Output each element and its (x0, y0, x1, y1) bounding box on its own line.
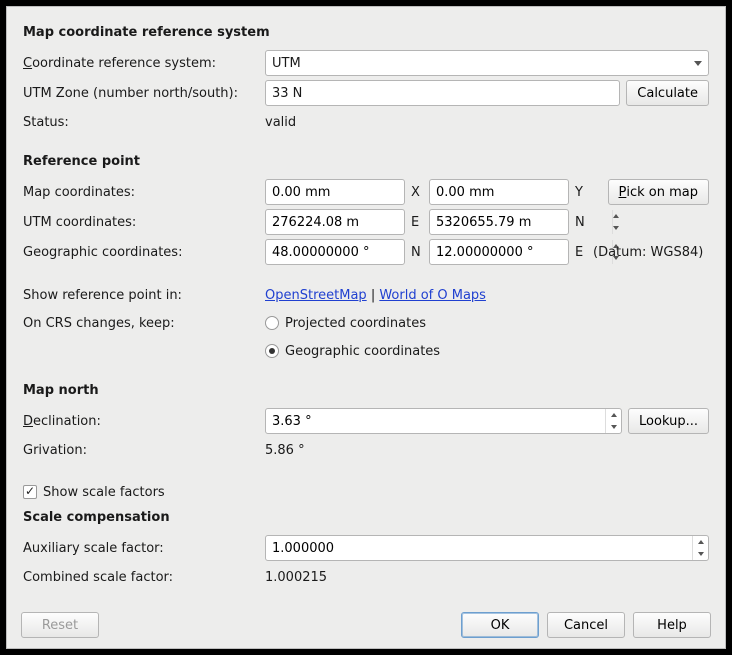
combined-scale-value: 1.000215 (265, 570, 327, 585)
calculate-button[interactable]: Calculate (626, 80, 709, 106)
reset-button[interactable]: Reset (21, 612, 99, 638)
dialog-window: Map coordinate reference system Coordina… (6, 6, 726, 649)
mapcoord-label: Map coordinates: (23, 185, 265, 200)
declination-input[interactable] (265, 408, 622, 434)
refpoint-heading: Reference point (23, 150, 709, 177)
x-suffix: X (411, 185, 423, 200)
lookup-button[interactable]: Lookup... (628, 408, 709, 434)
spinner-arrows[interactable] (692, 536, 708, 560)
combined-scale-label: Combined scale factor: (23, 570, 265, 585)
spinner-arrows[interactable] (612, 210, 619, 234)
crs-select-value: UTM (272, 56, 301, 71)
mapcoord-y-input[interactable] (429, 179, 569, 205)
utm-zone-label: UTM Zone (number north/south): (23, 86, 265, 101)
datum-text: (Datum: WGS84) (593, 245, 703, 260)
geo-lon-input[interactable] (429, 239, 569, 265)
aux-scale-label: Auxiliary scale factor: (23, 541, 265, 556)
utm-e-input[interactable] (265, 209, 405, 235)
crs-select[interactable]: UTM (265, 50, 709, 76)
utm-n-input[interactable] (429, 209, 569, 235)
showin-label: Show reference point in: (23, 288, 265, 303)
grivation-label: Grivation: (23, 443, 265, 458)
radio-geographic[interactable]: Geographic coordinates (265, 344, 440, 359)
n2-suffix: N (411, 245, 423, 260)
n-suffix: N (575, 215, 587, 230)
grivation-value: 5.86 ° (265, 443, 305, 458)
radio-projected[interactable]: Projected coordinates (265, 316, 426, 331)
show-scale-factors-label: Show scale factors (43, 485, 165, 500)
spinner-arrows[interactable] (605, 409, 621, 433)
status-label: Status: (23, 115, 265, 130)
pick-on-map-button[interactable]: Pick on map (608, 179, 709, 205)
mapcoord-x-input[interactable] (265, 179, 405, 205)
chevron-down-icon (694, 61, 702, 66)
geocoord-label: Geographic coordinates: (23, 245, 265, 260)
scale-heading: Scale compensation (23, 506, 709, 533)
cancel-button[interactable]: Cancel (547, 612, 625, 638)
utm-zone-input[interactable] (265, 80, 620, 106)
e2-suffix: E (575, 245, 587, 260)
geo-lat-input[interactable] (265, 239, 405, 265)
help-button[interactable]: Help (633, 612, 711, 638)
e-suffix: E (411, 215, 423, 230)
mapnorth-heading: Map north (23, 379, 709, 406)
radio-icon (265, 316, 279, 330)
radio-icon (265, 344, 279, 358)
checkbox-icon (23, 485, 37, 499)
declination-label: Declination: (23, 414, 101, 429)
utmcoord-label: UTM coordinates: (23, 215, 265, 230)
y-suffix: Y (575, 185, 587, 200)
radio-geographic-label: Geographic coordinates (285, 344, 440, 359)
osm-link[interactable]: OpenStreetMap (265, 288, 367, 303)
aux-scale-input[interactable] (265, 535, 709, 561)
onchange-label: On CRS changes, keep: (23, 316, 265, 331)
ok-button[interactable]: OK (461, 612, 539, 638)
status-value: valid (265, 115, 296, 130)
show-scale-factors-checkbox[interactable]: Show scale factors (23, 485, 165, 500)
crs-label: Coordinate reference system: (23, 56, 216, 71)
crs-heading: Map coordinate reference system (23, 21, 709, 48)
radio-projected-label: Projected coordinates (285, 316, 426, 331)
woo-link[interactable]: World of O Maps (379, 288, 486, 303)
